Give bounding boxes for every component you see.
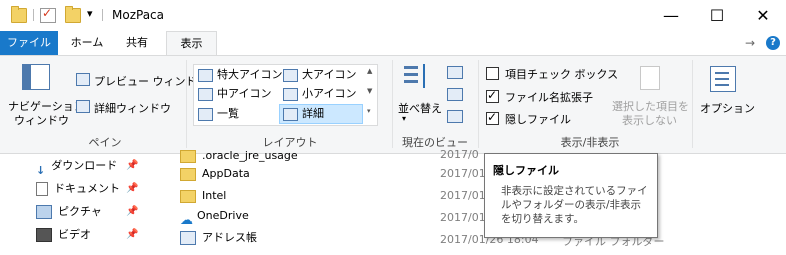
help-icon[interactable]: ? <box>766 36 780 50</box>
group-separator <box>186 60 187 148</box>
layout-scroll-up-icon[interactable]: ▲ <box>367 67 372 75</box>
file-extensions-label: ファイル名拡張子 <box>505 91 593 104</box>
cloud-icon: ☁ <box>180 213 193 228</box>
size-columns-icon[interactable] <box>447 110 463 123</box>
hidden-items-checkbox[interactable] <box>486 110 499 125</box>
pin-icon[interactable]: 📌 <box>126 229 138 240</box>
pin-icon[interactable]: 📌 <box>126 160 138 171</box>
layout-extra-large-icons[interactable]: 特大アイコン <box>195 66 282 84</box>
download-arrow-icon: ↓ <box>36 164 46 177</box>
item-checkboxes-checkbox[interactable] <box>486 67 499 80</box>
preview-pane-button[interactable]: プレビュー ウィンドウ <box>94 73 208 89</box>
minimize-button[interactable]: — <box>648 0 694 31</box>
properties-icon[interactable] <box>40 6 56 23</box>
group-separator <box>478 60 479 148</box>
group-separator <box>692 60 693 148</box>
sort-by-icon <box>404 64 430 92</box>
folder-icon <box>180 149 196 163</box>
maximize-button[interactable]: ☐ <box>694 0 740 31</box>
separator <box>102 9 103 21</box>
small-icons-icon <box>283 88 298 101</box>
pane-group-label: ペイン <box>88 136 122 149</box>
hide-selected-icon <box>640 66 660 90</box>
customize-quick-access-icon[interactable]: ▾ <box>87 7 93 20</box>
list-icon <box>198 108 213 121</box>
folder-icon <box>180 189 196 203</box>
group-separator <box>392 60 393 148</box>
folder-icon <box>180 167 196 181</box>
preview-pane-icon <box>76 73 90 86</box>
details-icon <box>283 108 298 121</box>
folder-icon <box>11 6 27 23</box>
large-icons-icon <box>283 69 298 82</box>
extra-large-icons-icon <box>198 69 213 82</box>
layout-list[interactable]: 一覧 <box>195 105 239 123</box>
list-item[interactable]: アドレス帳 <box>180 227 257 249</box>
date-modified: 2017/01 <box>440 167 486 180</box>
separator <box>33 9 34 21</box>
document-icon <box>36 182 48 196</box>
layout-large-icons[interactable]: 大アイコン <box>280 66 356 84</box>
file-extensions-checkbox[interactable] <box>486 88 499 103</box>
sort-by-dropdown-icon[interactable]: ▾ <box>402 114 406 123</box>
tab-view[interactable]: 表示 <box>166 31 217 57</box>
list-item[interactable]: Intel <box>180 185 226 207</box>
hidden-items-label: 隠しファイル <box>505 113 571 126</box>
item-checkboxes-label: 項目チェック ボックス <box>505 68 619 81</box>
list-item[interactable]: AppData <box>180 163 250 185</box>
list-item[interactable]: ☁ OneDrive <box>180 205 249 228</box>
nav-item-pictures[interactable]: ピクチャ <box>36 201 102 223</box>
layout-small-icons[interactable]: 小アイコン <box>280 85 356 103</box>
tab-share[interactable]: 共有 <box>122 31 152 55</box>
ribbon: ナビゲーション ウィンドウ プレビュー ウィンドウ 詳細ウィンドウ ペイン 特大… <box>0 55 786 154</box>
tab-file[interactable]: ファイル <box>0 31 58 55</box>
date-modified: 2017/01 <box>440 211 486 224</box>
options-button[interactable]: オプション <box>700 100 755 116</box>
nav-item-videos[interactable]: ビデオ <box>36 224 91 246</box>
details-pane-icon <box>76 100 90 113</box>
tooltip-body: 非表示に設定されているファイルやフォルダーの表示/非表示を切り替えます。 <box>501 185 648 225</box>
nav-item-downloads[interactable]: ↓ ダウンロード <box>36 155 117 177</box>
contacts-icon <box>180 231 196 245</box>
add-columns-icon[interactable] <box>447 88 463 101</box>
date-modified: 2017/0 <box>440 148 479 161</box>
details-pane-button[interactable]: 詳細ウィンドウ <box>94 100 171 116</box>
close-button[interactable]: ✕ <box>740 0 786 31</box>
hide-selected-button-line2[interactable]: 表示しない <box>622 112 677 128</box>
medium-icons-icon <box>198 88 213 101</box>
tab-home[interactable]: ホーム <box>70 31 104 55</box>
pictures-icon <box>36 205 52 219</box>
tooltip-title: 隠しファイル <box>493 164 559 177</box>
ribbon-tabs: ファイル ホーム 共有 表示 → ? <box>0 31 786 57</box>
group-by-icon[interactable] <box>447 66 463 79</box>
new-folder-icon[interactable] <box>65 6 81 23</box>
show-hide-group-label: 表示/非表示 <box>560 136 620 149</box>
date-modified: 2017/01 <box>440 189 486 202</box>
title-bar: ▾ MozPaca — ☐ ✕ <box>0 0 786 31</box>
pin-icon[interactable]: 📌 <box>126 183 138 194</box>
options-icon <box>710 66 736 92</box>
layout-medium-icons[interactable]: 中アイコン <box>195 85 271 103</box>
pin-ribbon-icon[interactable]: → <box>745 36 755 50</box>
nav-item-documents[interactable]: ドキュメント <box>36 178 120 200</box>
video-icon <box>36 228 52 242</box>
tooltip: 隠しファイル 非表示に設定されているファイルやフォルダーの表示/非表示を切り替え… <box>484 153 658 238</box>
pin-icon[interactable]: 📌 <box>126 206 138 217</box>
layout-scroll-down-icon[interactable]: ▼ <box>367 87 372 95</box>
layout-expand-icon[interactable]: ▾ <box>367 107 371 115</box>
navigation-pane-icon <box>22 64 50 90</box>
navigation-pane-button-line2[interactable]: ウィンドウ <box>14 112 69 128</box>
layout-details[interactable]: 詳細 <box>279 104 363 124</box>
window-title: MozPaca <box>112 8 164 22</box>
layout-gallery: 特大アイコン 大アイコン 中アイコン 小アイコン 一覧 詳細 ▲ ▼ ▾ <box>193 64 378 126</box>
